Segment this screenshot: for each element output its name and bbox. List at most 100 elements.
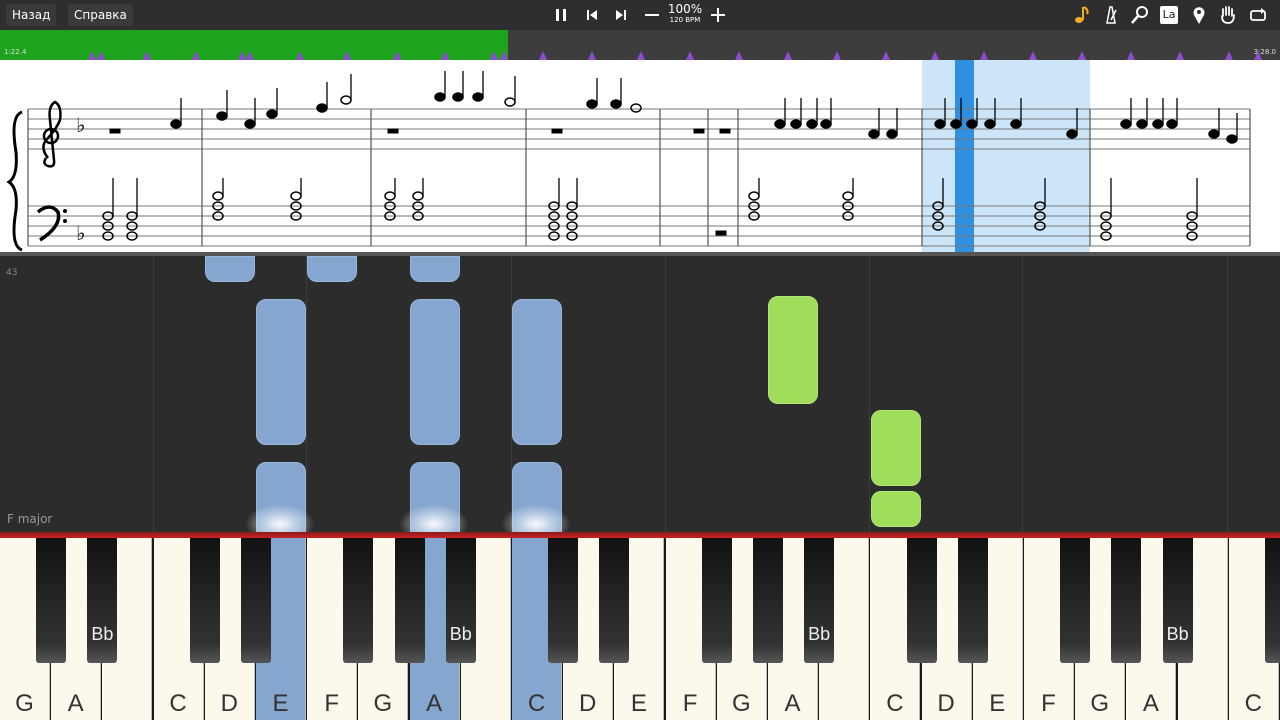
falling-note [307, 256, 357, 282]
top-toolbar: Назад Справка 100% 120 BPM La [0, 0, 1280, 30]
notehead [950, 119, 962, 129]
black-key[interactable] [1060, 538, 1091, 663]
key-label: E [989, 690, 1006, 717]
notehead [886, 129, 898, 139]
key-label: C [527, 690, 546, 717]
timeline-marker [88, 51, 96, 60]
timeline-marker [882, 51, 890, 60]
black-key[interactable] [753, 538, 783, 663]
key-label: A [1142, 690, 1159, 717]
timeline-marker [1254, 51, 1262, 60]
rest [719, 128, 731, 134]
previous-icon[interactable] [580, 3, 604, 27]
key-label: F [682, 690, 698, 717]
hand-icon[interactable] [1216, 3, 1240, 27]
rest [109, 128, 121, 134]
notehead [1208, 129, 1220, 139]
measure-number: 43 [6, 268, 18, 278]
help-button[interactable]: Справка [68, 4, 133, 26]
notehead [1010, 119, 1022, 129]
location-pin-icon[interactable] [1187, 3, 1211, 27]
key-label: D [937, 690, 955, 717]
piano-roll: 43 F major [0, 256, 1280, 544]
black-key[interactable] [1265, 538, 1280, 663]
tempo-increase-icon[interactable] [706, 3, 730, 27]
key-label: C [1244, 690, 1262, 717]
black-key[interactable] [189, 538, 220, 663]
key-label: D [579, 690, 597, 717]
notehead [384, 191, 396, 201]
falling-note [768, 296, 818, 404]
sheet-music[interactable]: ♭ ♭ [0, 60, 1280, 252]
timeline-marker [980, 51, 988, 60]
black-key[interactable] [1111, 538, 1142, 663]
black-key[interactable] [343, 538, 374, 663]
black-key[interactable]: Bb [87, 538, 118, 663]
black-key[interactable]: Bb [804, 538, 835, 663]
black-key[interactable] [241, 538, 271, 663]
black-key[interactable] [394, 538, 425, 663]
rest [693, 128, 705, 134]
score-staff: ♭ ♭ [6, 60, 1251, 252]
timeline-marker [686, 51, 694, 60]
key-label: C [169, 690, 187, 717]
key-label: A [784, 690, 801, 717]
black-key[interactable] [957, 538, 988, 663]
zoom-value: 100% [667, 2, 703, 16]
timeline-marker [97, 51, 105, 60]
notehead [790, 119, 802, 129]
current-measure-highlight [922, 60, 1090, 252]
bass-clef [36, 205, 61, 242]
note-names-icon[interactable]: La [1157, 3, 1181, 27]
black-key[interactable]: Bb [445, 538, 476, 663]
notehead [868, 129, 880, 139]
black-key[interactable] [906, 538, 937, 663]
timeline-bar[interactable]: 1:22.4 3:28.0 [0, 30, 1280, 60]
metronome-icon[interactable] [1099, 3, 1123, 27]
black-key[interactable] [599, 538, 630, 663]
black-key[interactable] [548, 538, 579, 663]
timeline-marker [143, 51, 151, 60]
notehead [412, 191, 424, 201]
music-note-icon[interactable] [1070, 3, 1094, 27]
key-label: G [373, 690, 393, 717]
back-button[interactable]: Назад [6, 4, 57, 26]
black-key[interactable] [701, 538, 732, 663]
timeline-marker [192, 51, 200, 60]
piano-keyboard[interactable]: G A C D E F G A C D E F G A C D E F G A C Bb Bb Bb Bb [0, 532, 1280, 720]
pause-icon[interactable] [549, 3, 573, 27]
timeline-marker [931, 51, 939, 60]
tempo-decrease-icon[interactable] [640, 3, 664, 27]
timeline-marker [784, 51, 792, 60]
next-icon[interactable] [609, 3, 633, 27]
rest [715, 230, 727, 236]
key-label: C [886, 690, 904, 717]
timeline-progress [0, 30, 509, 60]
notehead [966, 119, 978, 129]
notehead [586, 99, 598, 109]
falling-note [512, 299, 562, 445]
timeline-marker [246, 51, 254, 60]
notehead [934, 119, 946, 129]
timeline-start-time: 1:22.4 [4, 48, 27, 56]
notehead [504, 97, 516, 107]
tempo-display: 100% 120 BPM [664, 3, 706, 25]
loop-icon[interactable] [1246, 3, 1270, 27]
black-key[interactable] [36, 538, 67, 663]
notehead [842, 191, 854, 201]
key-label: Bb [91, 624, 114, 644]
timeline-marker [539, 51, 547, 60]
notehead [316, 103, 328, 113]
bpm-value: 120 BPM [669, 16, 701, 24]
black-key[interactable]: Bb [1162, 538, 1193, 663]
search-icon[interactable] [1128, 3, 1152, 27]
falling-note [871, 491, 921, 527]
notehead [212, 191, 224, 201]
timeline-marker [588, 51, 596, 60]
falling-note [256, 299, 306, 445]
timeline-marker [1225, 51, 1233, 60]
key-label: G [731, 690, 751, 717]
timeline-marker [1176, 51, 1184, 60]
notehead [774, 119, 786, 129]
timeline-marker [343, 51, 351, 60]
